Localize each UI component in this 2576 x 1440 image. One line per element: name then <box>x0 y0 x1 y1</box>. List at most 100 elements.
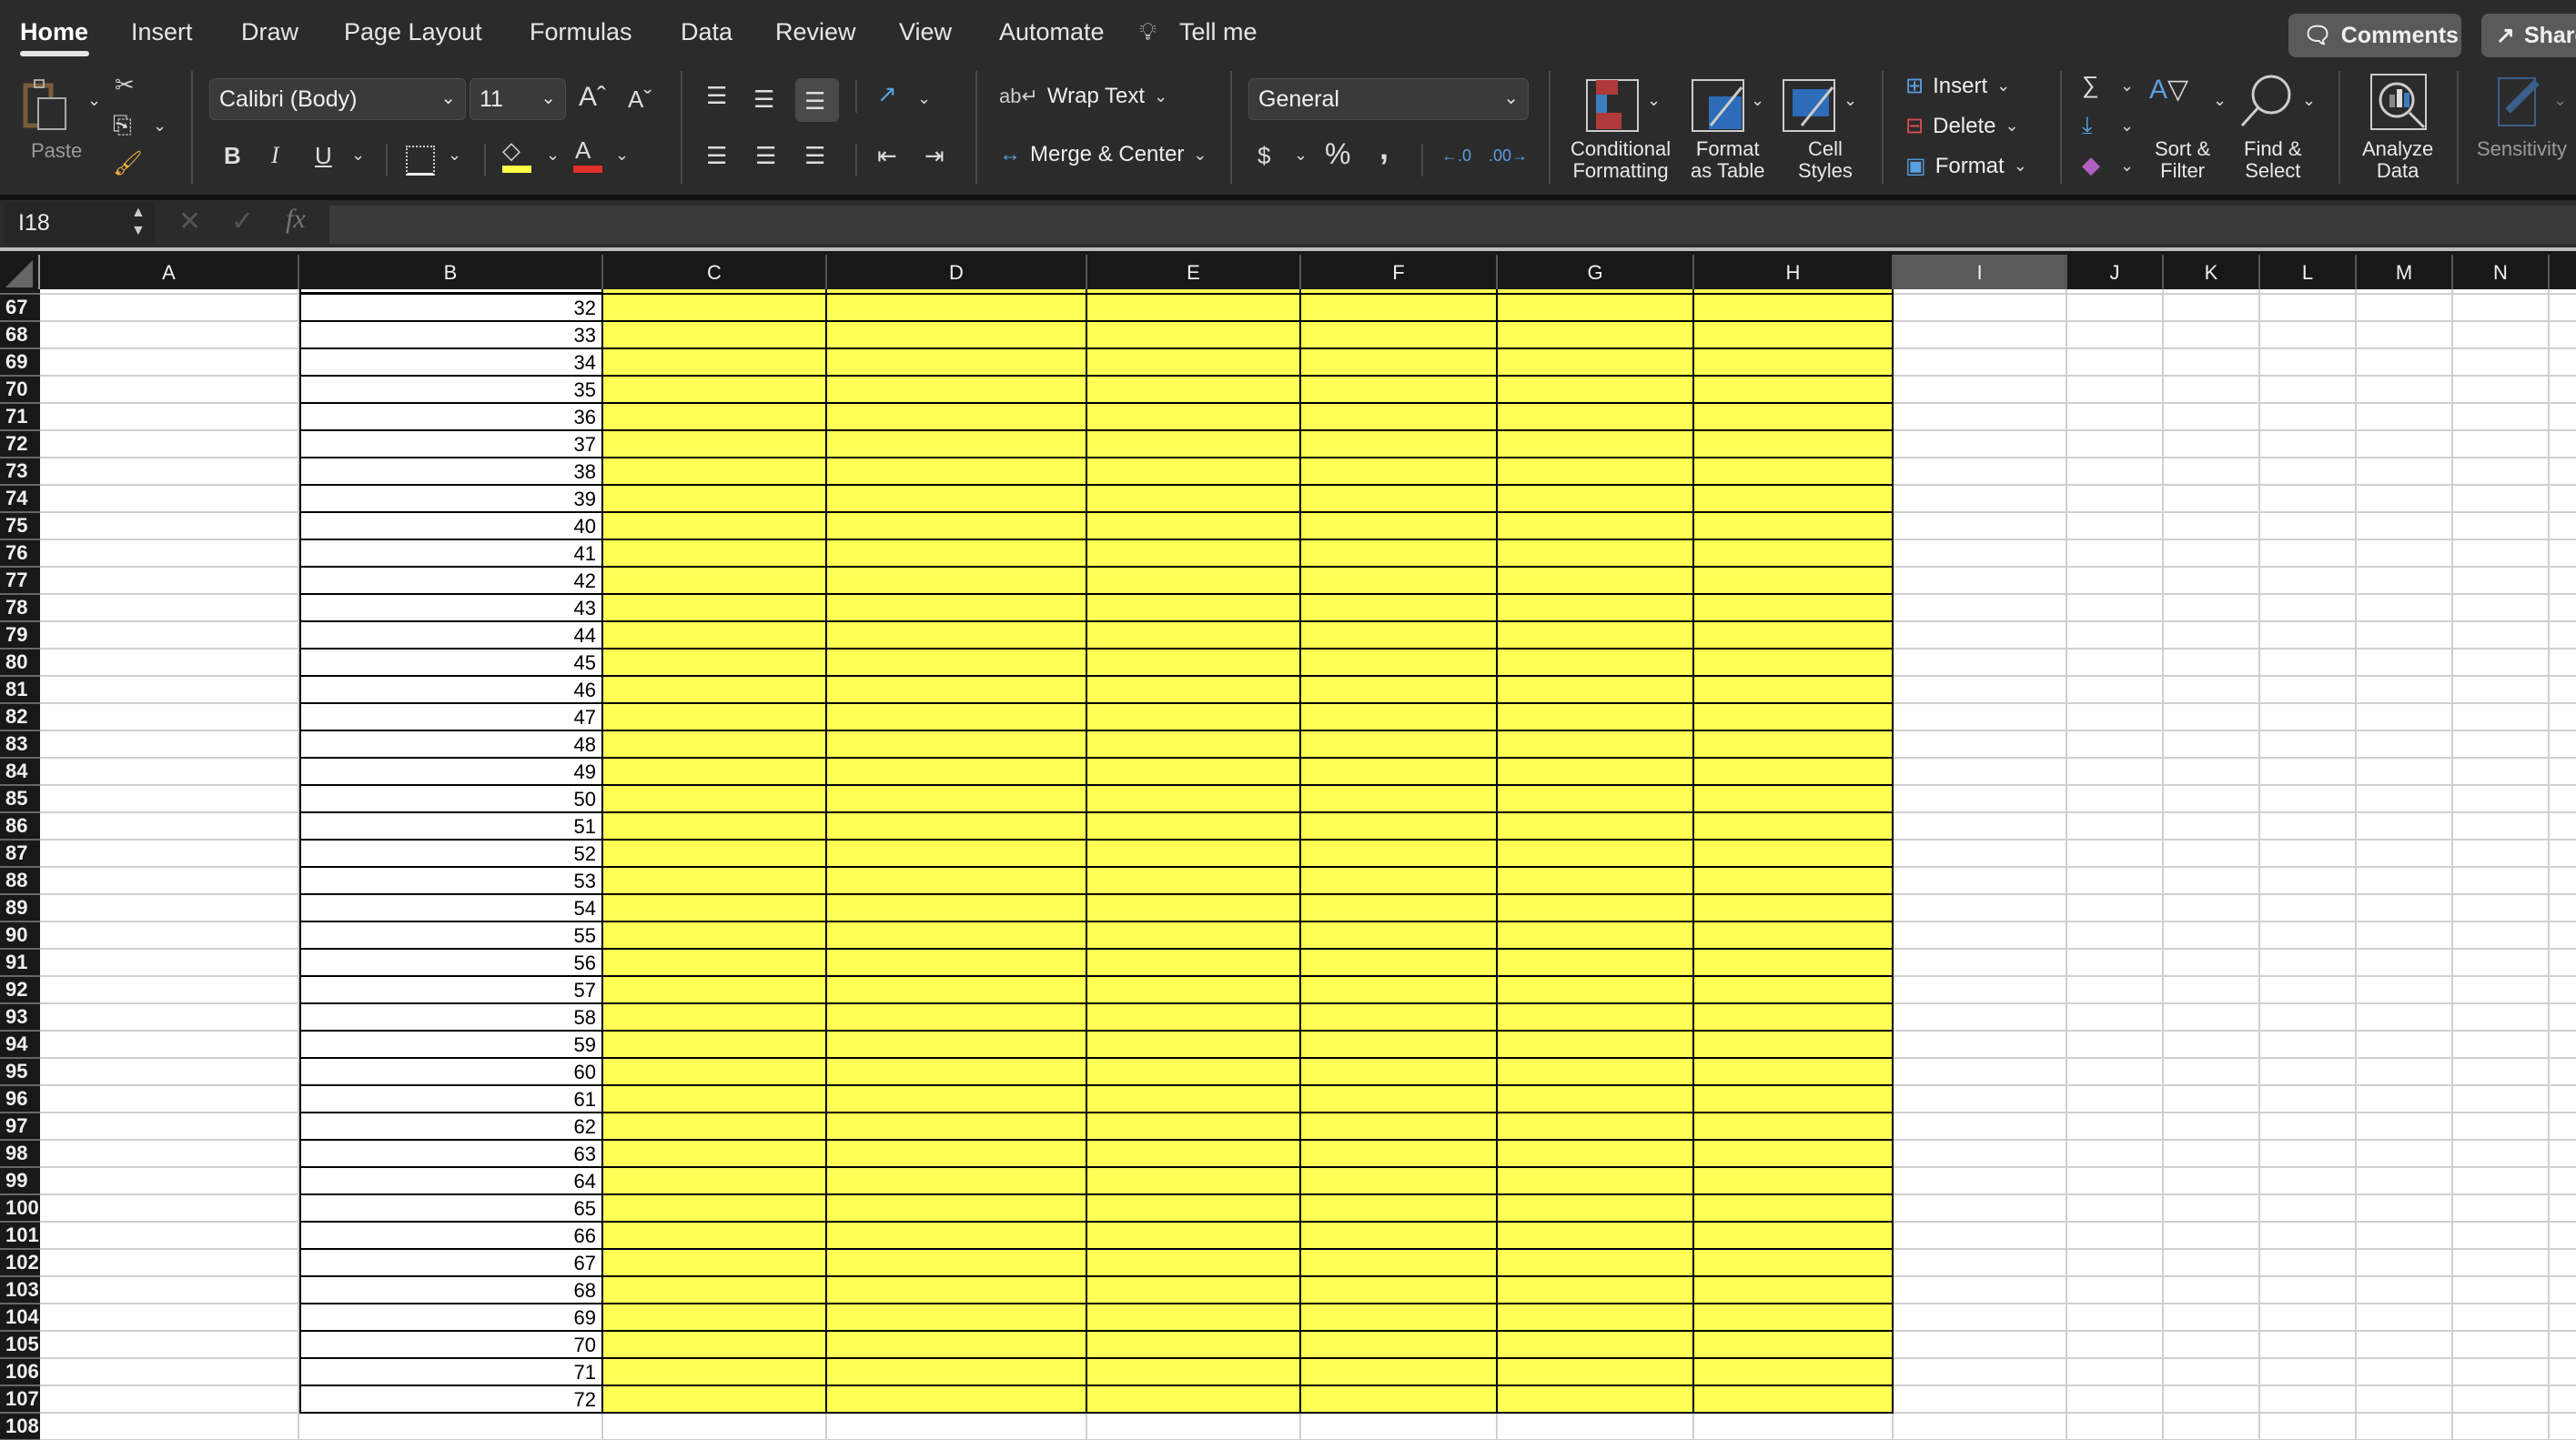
cell-m83[interactable] <box>2357 731 2453 759</box>
cell-l74[interactable] <box>2260 486 2357 513</box>
cell-l103[interactable] <box>2260 1277 2357 1304</box>
cell-k90[interactable] <box>2164 922 2260 950</box>
cell-l100[interactable] <box>2260 1195 2357 1223</box>
cell-b94[interactable]: 59 <box>299 1032 603 1059</box>
autosum-dropdown[interactable]: ⌄ <box>2120 76 2134 96</box>
cell-b71[interactable]: 36 <box>299 404 603 431</box>
cell-g81[interactable] <box>1498 677 1694 704</box>
font-name-select[interactable]: Calibri (Body) ⌄ <box>209 78 466 120</box>
bold-button[interactable]: B <box>224 142 241 169</box>
cell-h78[interactable] <box>1694 595 1894 622</box>
cell-g103[interactable] <box>1498 1277 1694 1304</box>
cell-a67[interactable] <box>40 295 299 322</box>
cell-b84[interactable]: 49 <box>299 759 603 786</box>
cell-h106[interactable] <box>1694 1359 1894 1386</box>
cell-k98[interactable] <box>2164 1141 2260 1168</box>
cell-o79[interactable] <box>2550 622 2576 650</box>
cell-e70[interactable] <box>1087 377 1301 404</box>
cell-f102[interactable] <box>1301 1250 1498 1277</box>
cell-j77[interactable] <box>2067 568 2164 595</box>
cell-g87[interactable] <box>1498 841 1694 868</box>
cell-d74[interactable] <box>827 486 1087 513</box>
cell-e105[interactable] <box>1087 1332 1301 1359</box>
cut-icon[interactable]: ✂ <box>115 71 135 98</box>
cell-i88[interactable] <box>1894 868 2067 895</box>
cell-c90[interactable] <box>603 922 827 950</box>
cell-g74[interactable] <box>1498 486 1694 513</box>
cell-f100[interactable] <box>1301 1195 1498 1223</box>
cell-m88[interactable] <box>2357 868 2453 895</box>
cell-l81[interactable] <box>2260 677 2357 704</box>
cell-l96[interactable] <box>2260 1086 2357 1113</box>
cell-d91[interactable] <box>827 950 1087 977</box>
cell-m70[interactable] <box>2357 377 2453 404</box>
cell-a80[interactable] <box>40 650 299 677</box>
cell-l73[interactable] <box>2260 458 2357 486</box>
cell-b78[interactable]: 43 <box>299 595 603 622</box>
insert-function-icon[interactable]: fx <box>286 204 306 235</box>
cell-h90[interactable] <box>1694 922 1894 950</box>
cell-m102[interactable] <box>2357 1250 2453 1277</box>
cell-d96[interactable] <box>827 1086 1087 1113</box>
cell-m72[interactable] <box>2357 431 2453 458</box>
cell-c86[interactable] <box>603 813 827 841</box>
cell-o91[interactable] <box>2550 950 2576 977</box>
cell-e102[interactable] <box>1087 1250 1301 1277</box>
cell-l76[interactable] <box>2260 540 2357 568</box>
cell-c108[interactable] <box>603 1414 827 1440</box>
cell-b81[interactable]: 46 <box>299 677 603 704</box>
tell-me-search[interactable]: Tell me <box>1179 18 1258 46</box>
cell-k105[interactable] <box>2164 1332 2260 1359</box>
cell-a94[interactable] <box>40 1032 299 1059</box>
cell-k101[interactable] <box>2164 1223 2260 1250</box>
find-select-dropdown[interactable]: ⌄ <box>2302 91 2316 110</box>
cell-j97[interactable] <box>2067 1113 2164 1141</box>
cell-g99[interactable] <box>1498 1168 1694 1195</box>
cell-b102[interactable]: 67 <box>299 1250 603 1277</box>
tab-page-layout[interactable]: Page Layout <box>344 18 482 46</box>
cell-d86[interactable] <box>827 813 1087 841</box>
row-header-76[interactable]: 76 <box>0 540 40 568</box>
cell-d92[interactable] <box>827 977 1087 1004</box>
cell-l70[interactable] <box>2260 377 2357 404</box>
cell-g82[interactable] <box>1498 704 1694 731</box>
cell-b77[interactable]: 42 <box>299 568 603 595</box>
cell-i90[interactable] <box>1894 922 2067 950</box>
cell-g107[interactable] <box>1498 1386 1694 1414</box>
cell-e106[interactable] <box>1087 1359 1301 1386</box>
cell-c72[interactable] <box>603 431 827 458</box>
cell-k95[interactable] <box>2164 1059 2260 1086</box>
cell-c95[interactable] <box>603 1059 827 1086</box>
cell-j87[interactable] <box>2067 841 2164 868</box>
cell-f94[interactable] <box>1301 1032 1498 1059</box>
cell-c104[interactable] <box>603 1304 827 1332</box>
cell-d100[interactable] <box>827 1195 1087 1223</box>
cell-h68[interactable] <box>1694 322 1894 349</box>
cell-a77[interactable] <box>40 568 299 595</box>
cell-a96[interactable] <box>40 1086 299 1113</box>
cell-e108[interactable] <box>1087 1414 1301 1440</box>
cell-g72[interactable] <box>1498 431 1694 458</box>
cell-k71[interactable] <box>2164 404 2260 431</box>
cell-b70[interactable]: 35 <box>299 377 603 404</box>
cell-h74[interactable] <box>1694 486 1894 513</box>
cell-l99[interactable] <box>2260 1168 2357 1195</box>
cell-b92[interactable]: 57 <box>299 977 603 1004</box>
cell-l106[interactable] <box>2260 1359 2357 1386</box>
cell-f107[interactable] <box>1301 1386 1498 1414</box>
cell-k100[interactable] <box>2164 1195 2260 1223</box>
cell-e72[interactable] <box>1087 431 1301 458</box>
cell-k75[interactable] <box>2164 513 2260 540</box>
cell-m69[interactable] <box>2357 349 2453 377</box>
cell-g73[interactable] <box>1498 458 1694 486</box>
cell-b103[interactable]: 68 <box>299 1277 603 1304</box>
cell-l90[interactable] <box>2260 922 2357 950</box>
cell-g71[interactable] <box>1498 404 1694 431</box>
cell-d90[interactable] <box>827 922 1087 950</box>
cell-styles-icon[interactable] <box>1782 78 1836 133</box>
cell-j67[interactable] <box>2067 295 2164 322</box>
cell-i93[interactable] <box>1894 1004 2067 1032</box>
cell-h88[interactable] <box>1694 868 1894 895</box>
cell-m97[interactable] <box>2357 1113 2453 1141</box>
cell-h108[interactable] <box>1694 1414 1894 1440</box>
